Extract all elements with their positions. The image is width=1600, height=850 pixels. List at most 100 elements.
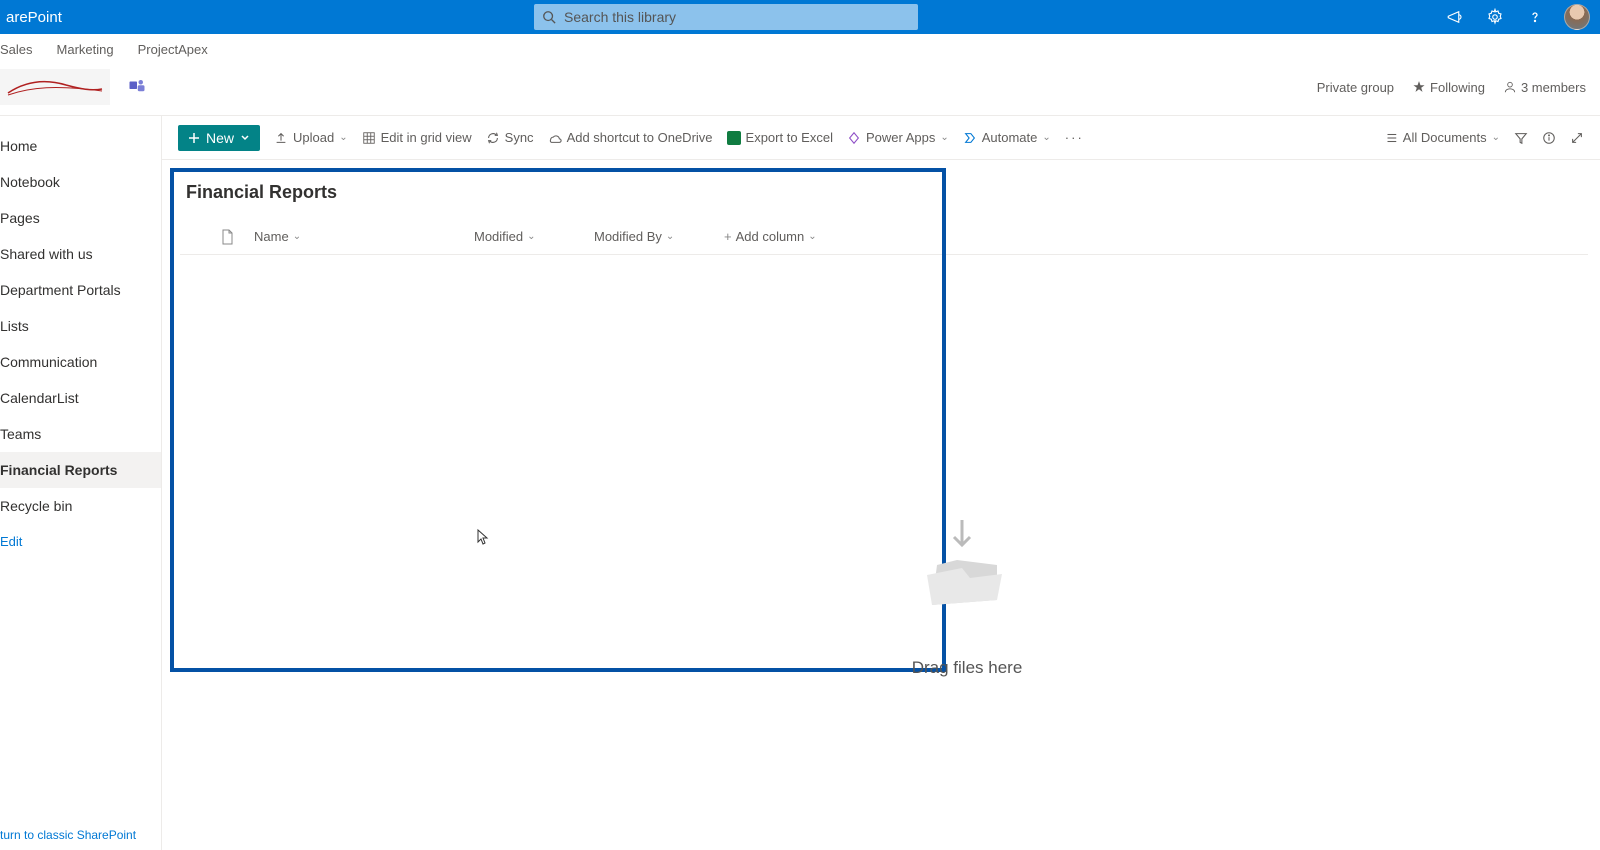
chevron-down-icon: ⌄ xyxy=(940,132,948,143)
col-modifiedby-label: Modified By xyxy=(594,229,662,244)
settings-gear-icon[interactable] xyxy=(1484,6,1506,28)
chevron-down-icon xyxy=(240,133,250,143)
library-title: Financial Reports xyxy=(186,182,1588,203)
nav-edit-link[interactable]: Edit xyxy=(0,524,161,559)
col-add-label: Add column xyxy=(736,229,805,244)
view-label: All Documents xyxy=(1403,130,1487,145)
hub-link-marketing[interactable]: Marketing xyxy=(57,42,114,57)
hub-link-sales[interactable]: Sales xyxy=(0,42,33,57)
library-area: Financial Reports Name ⌄ Modified ⌄ Modifi… xyxy=(162,160,1600,850)
automate-button[interactable]: Automate ⌄ xyxy=(963,130,1051,145)
nav-financial-reports[interactable]: Financial Reports xyxy=(0,452,161,488)
nav-lists[interactable]: Lists xyxy=(0,308,161,344)
nav-teams[interactable]: Teams xyxy=(0,416,161,452)
expand-icon xyxy=(1570,131,1584,145)
powerapps-label: Power Apps xyxy=(866,130,935,145)
classic-link[interactable]: turn to classic SharePoint xyxy=(0,820,161,850)
column-header-row: Name⌄ Modified⌄ Modified By⌄ + Add colum… xyxy=(180,219,1588,255)
sync-label: Sync xyxy=(505,130,534,145)
nav-recycle[interactable]: Recycle bin xyxy=(0,488,161,524)
site-header-right: Private group Following 3 members xyxy=(1317,80,1600,95)
col-name-label: Name xyxy=(254,229,289,244)
help-icon[interactable] xyxy=(1524,6,1546,28)
info-icon xyxy=(1542,131,1556,145)
nav-comm[interactable]: Communication xyxy=(0,344,161,380)
nav-home[interactable]: Home xyxy=(0,128,161,164)
shortcut-label: Add shortcut to OneDrive xyxy=(567,130,713,145)
empty-state: Drag files here xyxy=(902,510,1032,678)
hub-nav: Sales Marketing ProjectApex xyxy=(0,34,1600,61)
col-add[interactable]: + Add column ⌄ xyxy=(724,229,817,244)
upload-icon xyxy=(274,131,288,145)
filter-icon xyxy=(1514,131,1528,145)
shortcut-button[interactable]: Add shortcut to OneDrive xyxy=(548,130,713,145)
chevron-down-icon: ⌄ xyxy=(339,132,347,143)
site-logo[interactable] xyxy=(0,69,110,105)
view-selector[interactable]: All Documents ⌄ xyxy=(1384,130,1500,145)
powerapps-icon xyxy=(847,131,861,145)
grid-button[interactable]: Edit in grid view xyxy=(362,130,472,145)
chevron-down-icon: ⌄ xyxy=(1492,132,1500,143)
person-icon xyxy=(1503,80,1517,94)
nav-calendar[interactable]: CalendarList xyxy=(0,380,161,416)
members-label: 3 members xyxy=(1521,80,1586,95)
chevron-down-icon: ⌄ xyxy=(527,231,535,242)
left-nav: Home Notebook Pages Shared with us Depar… xyxy=(0,116,162,850)
grid-label: Edit in grid view xyxy=(381,130,472,145)
plus-icon xyxy=(188,132,200,144)
search-box[interactable] xyxy=(534,4,918,30)
site-header: Private group Following 3 members xyxy=(0,61,1600,116)
grid-icon xyxy=(362,131,376,145)
app-name: arePoint xyxy=(0,9,62,26)
automate-icon xyxy=(963,131,977,145)
megaphone-icon[interactable] xyxy=(1444,6,1466,28)
automate-label: Automate xyxy=(982,130,1038,145)
folder-drop-icon xyxy=(902,510,1032,640)
onedrive-icon xyxy=(548,131,562,145)
powerapps-button[interactable]: Power Apps ⌄ xyxy=(847,130,949,145)
new-label: New xyxy=(206,130,234,146)
chevron-down-icon: ⌄ xyxy=(293,231,301,242)
export-label: Export to Excel xyxy=(746,130,833,145)
col-modified[interactable]: Modified ⌄ xyxy=(474,229,594,244)
avatar[interactable] xyxy=(1564,4,1590,30)
teams-icon[interactable] xyxy=(128,77,146,98)
members-button[interactable]: 3 members xyxy=(1503,80,1586,95)
col-modified-label: Modified xyxy=(474,229,523,244)
excel-icon xyxy=(727,131,741,145)
list-icon xyxy=(1384,131,1398,145)
sync-button[interactable]: Sync xyxy=(486,130,534,145)
follow-button[interactable]: Following xyxy=(1412,80,1485,95)
info-button[interactable] xyxy=(1542,131,1556,145)
privacy-label: Private group xyxy=(1317,80,1394,95)
col-modified-by[interactable]: Modified By⌄ xyxy=(594,229,724,244)
nav-pages[interactable]: Pages xyxy=(0,200,161,236)
search-icon xyxy=(542,10,556,24)
more-button[interactable]: ··· xyxy=(1065,130,1084,145)
cmd-bar-right: All Documents ⌄ xyxy=(1384,130,1584,145)
col-name[interactable]: Name ⌄ xyxy=(254,229,474,244)
doc-icon xyxy=(220,229,234,245)
filter-button[interactable] xyxy=(1514,131,1528,145)
chevron-down-icon: ⌄ xyxy=(808,231,816,242)
suite-bar: arePoint xyxy=(0,0,1600,34)
suite-right xyxy=(1444,4,1600,30)
nav-dept[interactable]: Department Portals xyxy=(0,272,161,308)
export-button[interactable]: Export to Excel xyxy=(727,130,833,145)
empty-text: Drag files here xyxy=(912,658,1023,678)
command-bar: New Upload ⌄ Edit in grid view Sync Add … xyxy=(162,116,1600,160)
new-button[interactable]: New xyxy=(178,125,260,151)
search-input[interactable] xyxy=(564,9,910,25)
body: Home Notebook Pages Shared with us Depar… xyxy=(0,116,1600,850)
upload-button[interactable]: Upload ⌄ xyxy=(274,130,348,145)
cursor-icon xyxy=(476,528,490,549)
expand-button[interactable] xyxy=(1570,131,1584,145)
nav-notebook[interactable]: Notebook xyxy=(0,164,161,200)
main: New Upload ⌄ Edit in grid view Sync Add … xyxy=(162,116,1600,850)
sync-icon xyxy=(486,131,500,145)
upload-label: Upload xyxy=(293,130,334,145)
chevron-down-icon: ⌄ xyxy=(1042,132,1050,143)
nav-shared[interactable]: Shared with us xyxy=(0,236,161,272)
hub-link-projectapex[interactable]: ProjectApex xyxy=(138,42,208,57)
star-icon xyxy=(1412,80,1426,94)
